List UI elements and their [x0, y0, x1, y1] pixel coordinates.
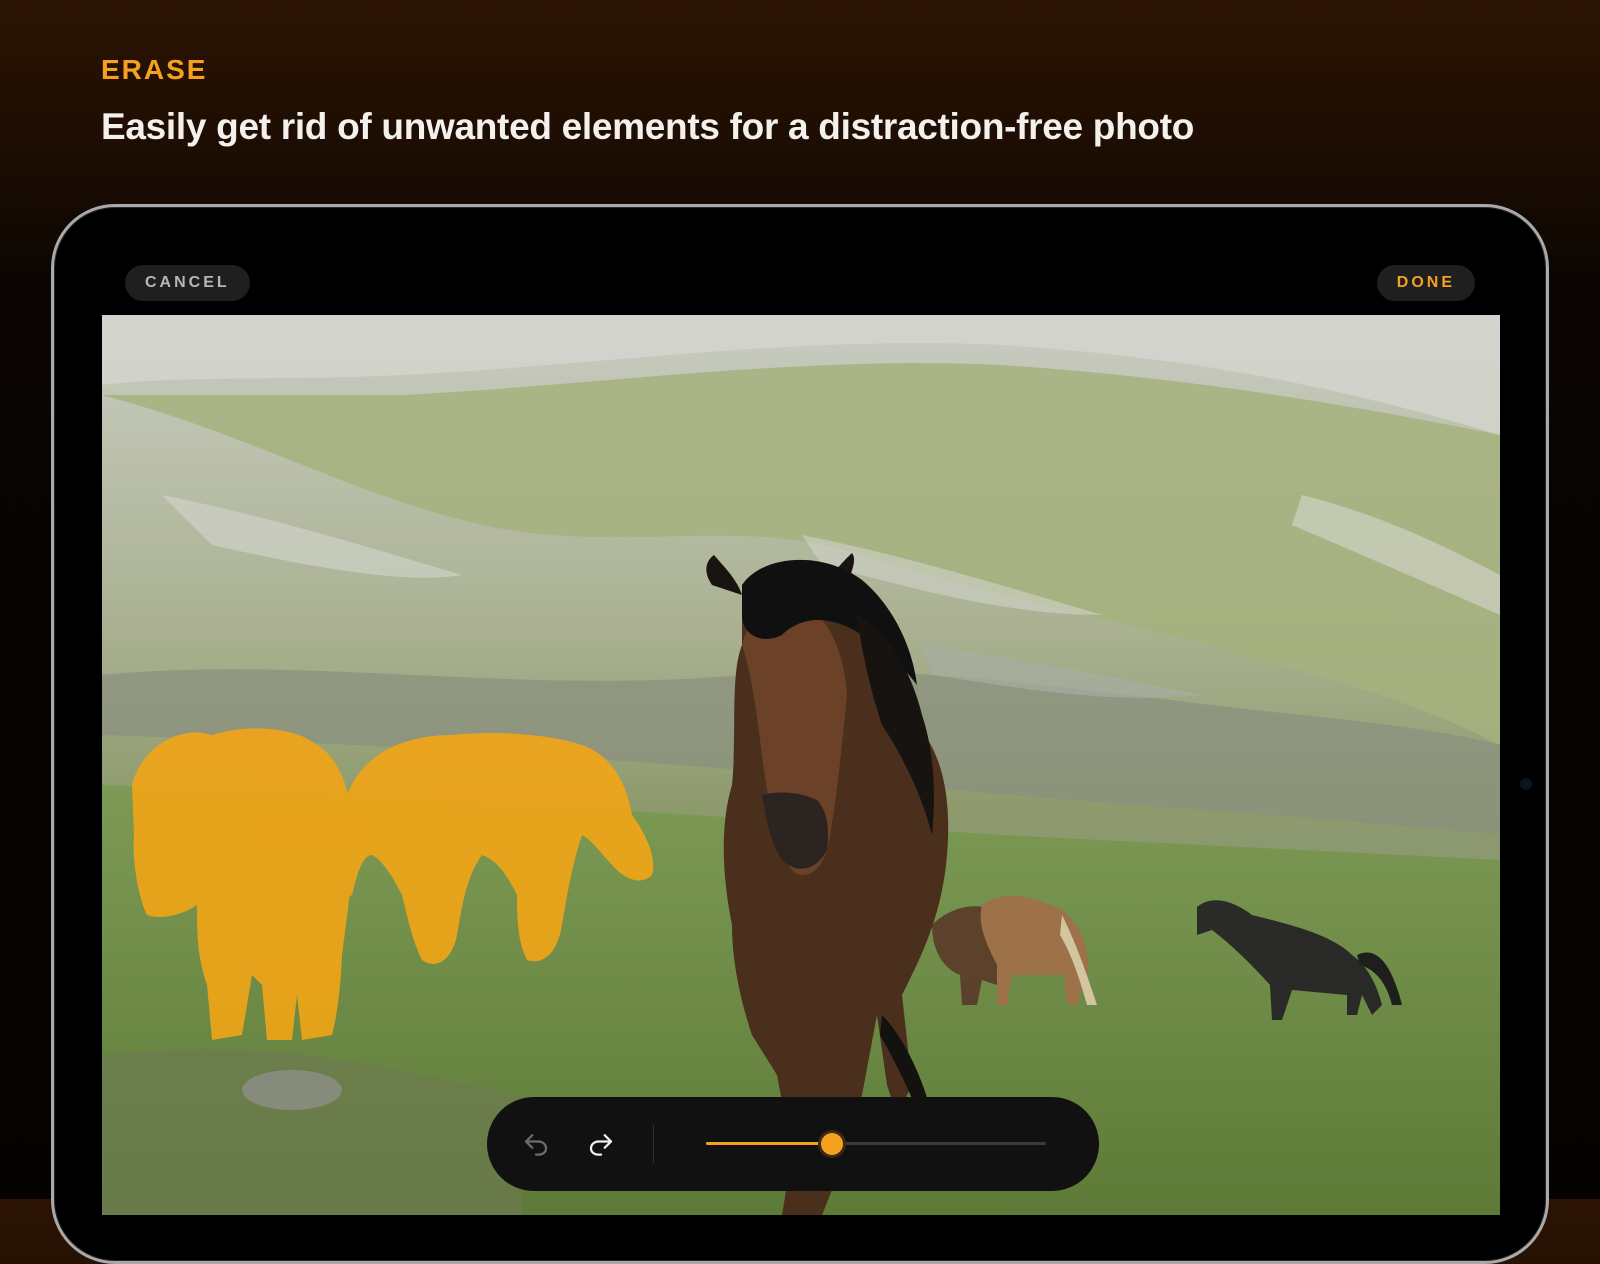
cancel-button[interactable]: CANCEL: [125, 265, 250, 301]
horse-photo: [102, 315, 1500, 1215]
photo-canvas[interactable]: [102, 315, 1500, 1215]
tablet-frame: CANCEL DONE: [51, 204, 1549, 1264]
undo-button[interactable]: [512, 1120, 560, 1168]
undo-icon: [524, 1134, 548, 1156]
slider-thumb[interactable]: [820, 1133, 843, 1155]
page-headline: Easily get rid of unwanted elements for …: [101, 106, 1195, 147]
brush-size-slider[interactable]: [706, 1133, 1046, 1155]
erase-toolbar: [487, 1097, 1099, 1191]
done-button[interactable]: DONE: [1376, 265, 1475, 301]
slider-fill: [706, 1142, 832, 1145]
redo-button[interactable]: [577, 1120, 625, 1168]
camera-sensor: [1520, 778, 1532, 790]
toolbar-divider: [653, 1125, 654, 1163]
page-eyebrow: ERASE: [101, 54, 208, 85]
redo-icon: [589, 1134, 613, 1156]
